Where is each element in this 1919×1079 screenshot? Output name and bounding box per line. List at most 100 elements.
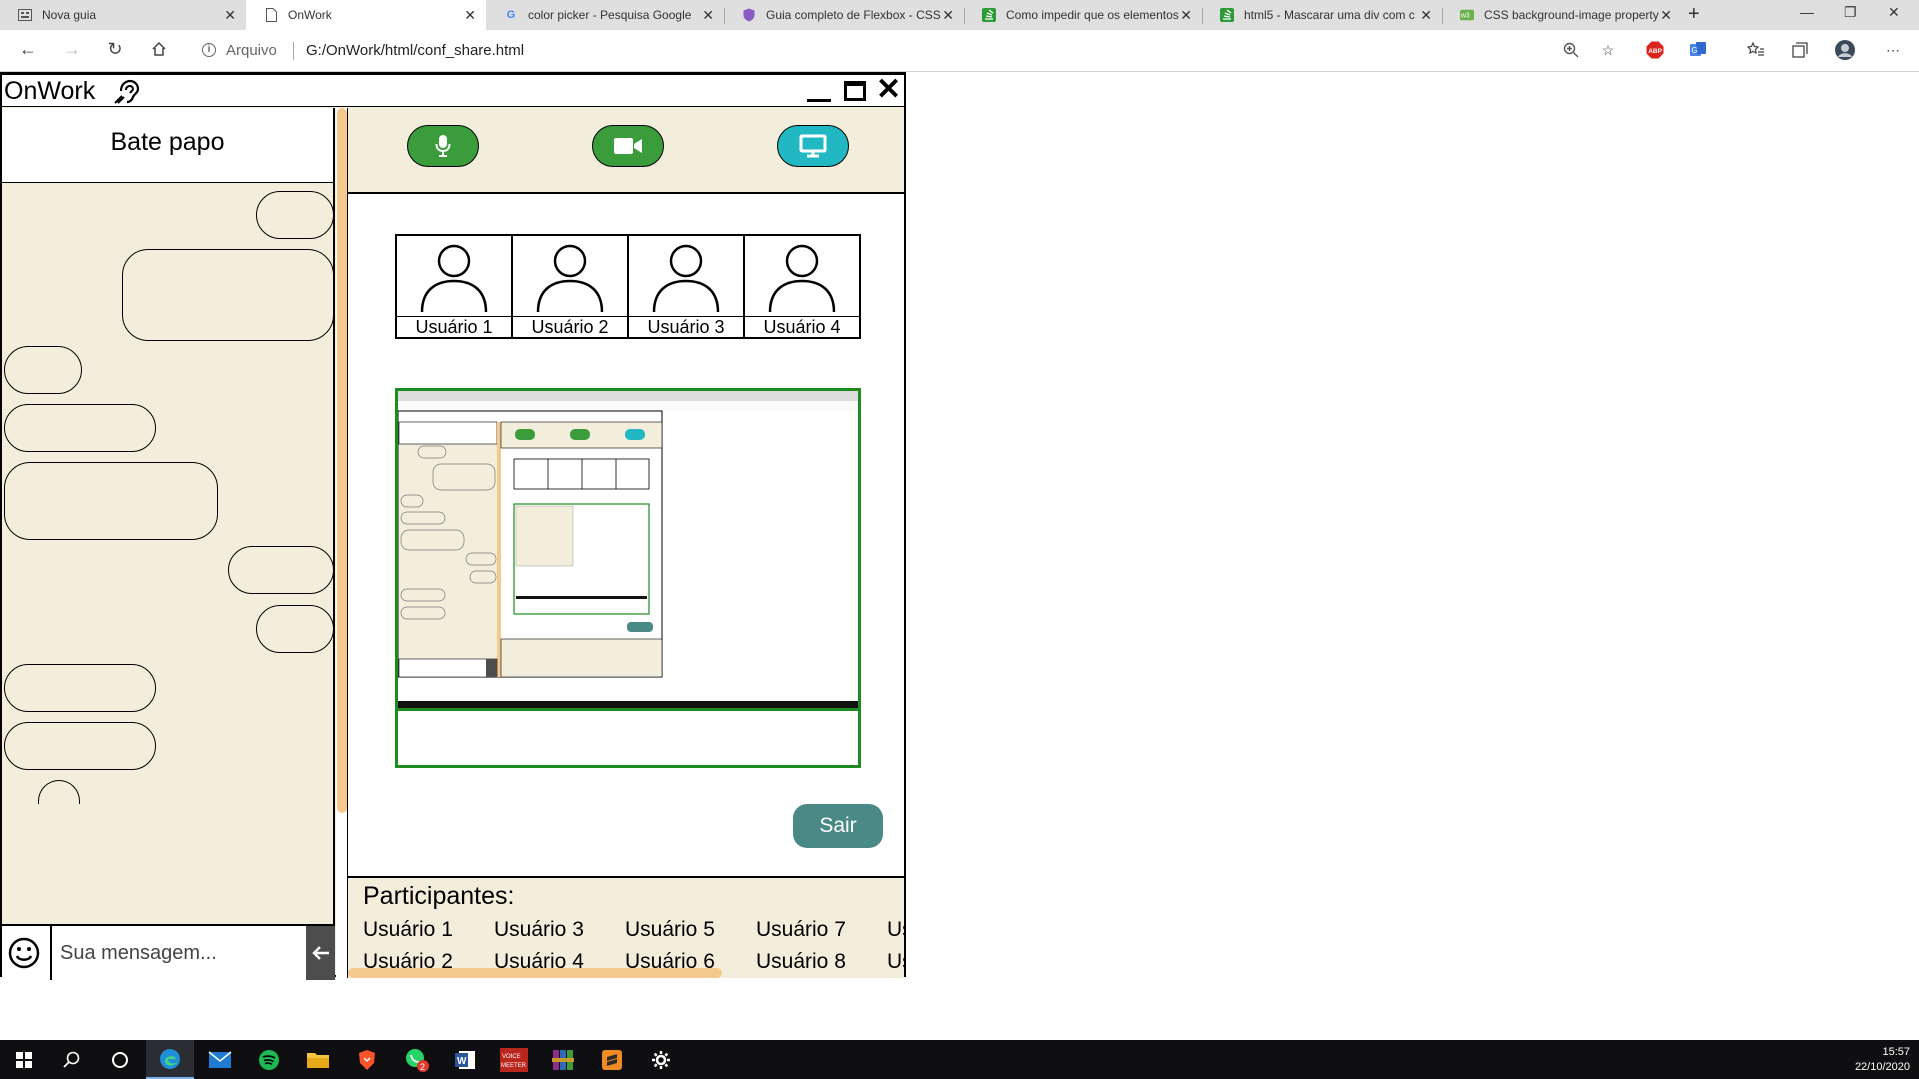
- tab-label: Como impedir que os elementos: [1006, 8, 1179, 22]
- favorites-list-icon[interactable]: [1746, 40, 1766, 60]
- close-tab-icon[interactable]: ✕: [464, 8, 476, 22]
- participant-name: Usuário 1: [363, 918, 453, 941]
- close-tab-icon[interactable]: ✕: [702, 8, 714, 22]
- refresh-icon[interactable]: ↻: [103, 39, 127, 60]
- message-input[interactable]: [50, 926, 306, 980]
- tab-flexbox[interactable]: Guia completo de Flexbox - CSS ✕: [724, 0, 964, 30]
- tab-label: Nova guia: [42, 8, 97, 22]
- taskbar-clock[interactable]: 15:57 22/10/2020: [1855, 1045, 1910, 1075]
- stackoverflow-icon: [982, 8, 996, 22]
- tab-onwork[interactable]: OnWork ✕: [246, 0, 486, 30]
- url-scheme-label: Arquivo: [226, 42, 277, 59]
- svg-text:G: G: [1692, 46, 1698, 55]
- participant-name: Usuário 3: [494, 918, 584, 941]
- app-title: OnWork: [4, 77, 96, 105]
- participant-name: Us: [887, 918, 904, 941]
- notification-badge: 2: [420, 1062, 425, 1072]
- new-tab-button[interactable]: +: [1688, 3, 1700, 26]
- chat-message-bubble: [122, 249, 334, 341]
- emoji-icon[interactable]: [8, 937, 40, 969]
- close-tab-icon[interactable]: ✕: [1180, 8, 1192, 22]
- tab-color-picker[interactable]: G color picker - Pesquisa Google ✕: [486, 0, 724, 30]
- tab-nova-guia[interactable]: Nova guia ✕: [0, 0, 246, 30]
- send-arrow-icon[interactable]: [306, 926, 335, 980]
- microphone-icon: [435, 135, 451, 157]
- spotify-icon[interactable]: [245, 1040, 293, 1079]
- user-video-tile[interactable]: Usuário 1: [397, 236, 513, 337]
- microphone-button[interactable]: [407, 125, 479, 167]
- sublime-text-icon[interactable]: [588, 1040, 636, 1079]
- exit-button[interactable]: Sair: [793, 804, 883, 848]
- zoom-icon[interactable]: [1561, 40, 1581, 60]
- file-explorer-icon[interactable]: [294, 1040, 342, 1079]
- word-icon[interactable]: W: [441, 1040, 489, 1079]
- mail-icon[interactable]: [196, 1040, 244, 1079]
- voicemeeter-icon[interactable]: VOICE MEETER: [490, 1040, 538, 1079]
- tab-como-impedir[interactable]: Como impedir que os elementos ✕: [964, 0, 1202, 30]
- participant-name: Usuário 7: [756, 918, 846, 941]
- home-icon[interactable]: [147, 39, 171, 62]
- chat-message-bubble: [228, 546, 334, 594]
- settings-gear-icon[interactable]: [637, 1040, 685, 1079]
- cortana-icon[interactable]: [96, 1040, 144, 1079]
- tab-label: OnWork: [288, 8, 332, 22]
- close-tab-icon[interactable]: ✕: [224, 8, 236, 22]
- chat-message-bubble: [4, 664, 156, 712]
- search-icon[interactable]: [48, 1040, 96, 1079]
- chat-message-bubble: [256, 191, 334, 239]
- close-tab-icon[interactable]: ✕: [1420, 8, 1432, 22]
- camera-button[interactable]: [592, 125, 664, 167]
- shared-screen-capture: [398, 391, 858, 711]
- w3schools-icon: w3: [1460, 8, 1474, 22]
- svg-text:MEETER: MEETER: [501, 1063, 527, 1069]
- edge-browser-icon[interactable]: [146, 1040, 194, 1079]
- collections-icon[interactable]: [1790, 40, 1810, 60]
- translate-icon[interactable]: G: [1688, 40, 1708, 60]
- chat-scrollbar[interactable]: [336, 108, 348, 978]
- url-field[interactable]: G:/OnWork/html/conf_share.html: [306, 42, 524, 59]
- brave-browser-icon[interactable]: [343, 1040, 391, 1079]
- user-video-tile[interactable]: Usuário 4: [745, 236, 859, 337]
- app-close-icon[interactable]: ✕: [876, 73, 901, 107]
- user-video-tile[interactable]: Usuário 3: [629, 236, 745, 337]
- profile-avatar-icon[interactable]: [1835, 40, 1855, 60]
- close-tab-icon[interactable]: ✕: [942, 8, 954, 22]
- svg-text:ABP: ABP: [1648, 48, 1662, 55]
- clock-date: 22/10/2020: [1854, 1061, 1910, 1073]
- video-camera-icon: [614, 138, 642, 154]
- tab-css-background[interactable]: w3 CSS background-image property ✕: [1442, 0, 1682, 30]
- user-video-tile[interactable]: Usuário 2: [513, 236, 629, 337]
- restore-window-icon[interactable]: ❐: [1844, 4, 1857, 21]
- forward-icon[interactable]: →: [60, 39, 84, 60]
- participants-scroll-thumb[interactable]: [348, 968, 722, 978]
- share-screen-button[interactable]: [777, 125, 849, 167]
- page-icon: [264, 8, 278, 22]
- info-icon[interactable]: i: [202, 43, 216, 57]
- whatsapp-icon[interactable]: 2: [393, 1040, 441, 1079]
- chat-scroll-thumb[interactable]: [337, 108, 347, 813]
- hearing-icon[interactable]: [113, 79, 141, 105]
- clock-time: 15:57: [1882, 1046, 1910, 1058]
- onwork-app: OnWork ✕ Bate papo Sua mensagem... Usuár…: [0, 72, 906, 980]
- more-menu-icon[interactable]: ⋯: [1883, 40, 1903, 60]
- favorite-star-icon[interactable]: ☆: [1598, 40, 1618, 60]
- back-icon[interactable]: ←: [16, 39, 40, 60]
- user-avatar-icon: [420, 244, 488, 312]
- user-video-grid: Usuário 1 Usuário 2 Usuário 3 Usuário 4: [395, 234, 861, 339]
- close-tab-icon[interactable]: ✕: [1660, 8, 1672, 22]
- close-window-icon[interactable]: ✕: [1888, 4, 1900, 21]
- tab-html5[interactable]: html5 - Mascarar uma div com c ✕: [1202, 0, 1442, 30]
- winrar-icon[interactable]: [539, 1040, 587, 1079]
- app-maximize-icon[interactable]: [844, 81, 866, 101]
- call-toolbar: [348, 108, 904, 194]
- google-icon: G: [506, 9, 516, 21]
- user-avatar-icon: [768, 244, 836, 312]
- chat-panel: Bate papo: [2, 108, 335, 980]
- app-minimize-icon[interactable]: [807, 99, 831, 102]
- participants-panel: Participantes: Usuário 1 Usuário 2 Usuár…: [348, 876, 904, 978]
- chat-message-bubble: [256, 605, 334, 653]
- windows-start-icon[interactable]: [0, 1040, 48, 1079]
- adblock-icon[interactable]: ABP: [1645, 40, 1665, 60]
- minimize-window-icon[interactable]: —: [1800, 4, 1814, 20]
- browser-tab-bar: Nova guia ✕ OnWork ✕ G color picker - Pe…: [0, 0, 1919, 30]
